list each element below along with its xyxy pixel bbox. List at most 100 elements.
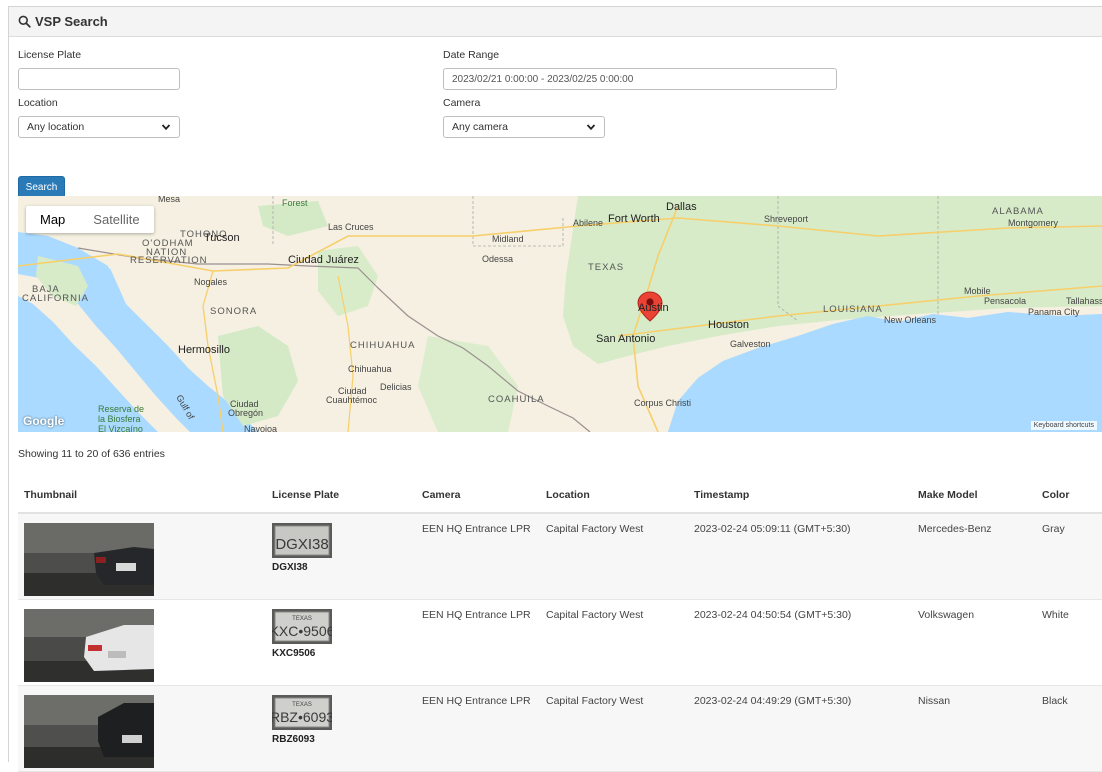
thumbnail-cell	[18, 599, 266, 686]
camera-cell: EEN HQ Entrance LPR	[416, 599, 540, 686]
map-label: Navojoa	[244, 424, 278, 432]
camera-selected-value: Any camera	[452, 121, 509, 133]
camera-cell: EEN HQ Entrance LPR	[416, 685, 540, 772]
map-label: Corpus Christi	[634, 398, 692, 408]
map-label: Mesa	[158, 196, 181, 204]
map-label: Ciudad Juárez	[288, 254, 359, 266]
location-cell: Capital Factory West	[540, 513, 688, 600]
map-label: Montgomery	[1008, 218, 1059, 228]
vehicle-thumbnail[interactable]	[24, 523, 154, 596]
map-type-satellite[interactable]: Satellite	[79, 206, 153, 233]
timestamp-cell: 2023-02-24 05:09:11 (GMT+5:30)	[688, 513, 912, 600]
map-label: Las Cruces	[328, 222, 374, 232]
vehicle-thumbnail[interactable]	[24, 694, 154, 768]
location-label: Location	[18, 97, 58, 109]
map-label: CALIFORNIA	[22, 293, 90, 304]
entries-summary: Showing 11 to 20 of 636 entries	[18, 448, 165, 460]
map-label: Obregón	[228, 408, 264, 418]
plate-image[interactable]: TEXAS RBZ•6093	[272, 694, 332, 730]
color-cell: Black	[1036, 685, 1102, 772]
column-header[interactable]: Thumbnail	[18, 477, 266, 514]
thumbnail-cell	[18, 513, 266, 600]
table-row[interactable]: TEXAS RBZ•6093 RBZ6093 EEN HQ Entrance L…	[18, 685, 1102, 772]
map-label: Cuauhtémoc	[326, 395, 378, 405]
column-header[interactable]: Timestamp	[688, 477, 912, 514]
page-title: VSP Search	[35, 14, 108, 29]
map-type-map[interactable]: Map	[26, 206, 79, 233]
plate-cell: TEXAS RBZ•6093 RBZ6093	[266, 685, 416, 772]
map-view[interactable]: Map Satellite Mesa Forest TOHONO Tucson …	[18, 196, 1102, 432]
map-label: San Antonio	[596, 333, 656, 345]
plate-number: DGXI38	[272, 562, 308, 573]
map-label: Forest	[282, 198, 308, 208]
map-label: LOUISIANA	[823, 304, 883, 315]
plate-cell: TEXAS KXC•9506 KXC9506	[266, 599, 416, 686]
map-label: Tallahass	[1066, 296, 1102, 306]
make-model-cell: Mercedes-Benz	[912, 513, 1036, 600]
timestamp-cell: 2023-02-24 04:50:54 (GMT+5:30)	[688, 599, 912, 686]
chevron-down-icon	[586, 124, 596, 131]
google-logo: Google	[23, 414, 65, 428]
map-label: Odessa	[482, 254, 514, 264]
thumbnail-cell	[18, 685, 266, 772]
plate-image-text: DGXI38	[275, 536, 328, 553]
date-range-label: Date Range	[443, 49, 500, 61]
map-label: Abilene	[573, 218, 604, 228]
table-row[interactable]: TEXAS KXC•9506 KXC9506 EEN HQ Entrance L…	[18, 599, 1102, 686]
map-label: Shreveport	[764, 214, 809, 224]
search-form: License Plate Date Range 2023/02/21 0:00…	[9, 37, 1102, 198]
table-header-row: Thumbnail License Plate Camera Location …	[18, 477, 1102, 514]
location-cell: Capital Factory West	[540, 685, 688, 772]
map-label: la Biosfera	[98, 414, 141, 424]
color-cell: Gray	[1036, 513, 1102, 600]
plate-number: RBZ6093	[272, 733, 315, 745]
column-header[interactable]: Location	[540, 477, 688, 514]
column-header[interactable]: Make Model	[912, 477, 1036, 514]
camera-select[interactable]: Any camera	[443, 116, 605, 138]
keyboard-shortcuts-link[interactable]: Keyboard shortcuts	[1030, 421, 1097, 430]
panel-header: VSP Search	[9, 7, 1102, 37]
license-plate-label: License Plate	[18, 49, 82, 61]
color-cell: White	[1036, 599, 1102, 686]
map-label: Dallas	[666, 201, 697, 213]
license-plate-input[interactable]	[18, 68, 180, 90]
location-selected-value: Any location	[27, 121, 85, 133]
plate-image-text: RBZ•6093	[272, 709, 332, 725]
results-table: Thumbnail License Plate Camera Location …	[18, 477, 1102, 772]
map-label: Delicias	[380, 382, 412, 392]
search-icon	[18, 15, 31, 28]
plate-state-text: TEXAS	[292, 616, 312, 622]
map-label: RESERVATION	[130, 255, 208, 266]
map-label: Chihuahua	[348, 364, 392, 374]
plate-image-text: KXC•9506	[272, 623, 332, 639]
vehicle-thumbnail[interactable]	[24, 608, 154, 682]
map-label: Pensacola	[984, 296, 1027, 306]
column-header[interactable]: License Plate	[266, 477, 416, 514]
map-label: Galveston	[730, 339, 771, 349]
location-cell: Capital Factory West	[540, 599, 688, 686]
map-type-toggle: Map Satellite	[26, 206, 154, 233]
map-label: El Vizcaíno	[98, 424, 143, 432]
map-label: Reserva de	[98, 404, 145, 414]
map-label: Fort Worth	[608, 213, 660, 225]
map-label: CHIHUAHUA	[350, 340, 416, 351]
chevron-down-icon	[161, 124, 171, 131]
search-button[interactable]: Search	[18, 176, 65, 198]
column-header[interactable]: Color	[1036, 477, 1102, 514]
plate-cell: DGXI38 DGXI38	[266, 513, 416, 600]
plate-image[interactable]: TEXAS KXC•9506	[272, 608, 332, 644]
date-range-input[interactable]: 2023/02/21 0:00:00 - 2023/02/25 0:00:00	[443, 68, 837, 90]
map-label: New Orleans	[884, 315, 937, 325]
plate-image[interactable]: DGXI38	[272, 523, 332, 558]
map-label: Austin	[638, 302, 669, 314]
map-label: SONORA	[210, 306, 258, 317]
plate-number: KXC9506	[272, 647, 316, 659]
map-label: Tucson	[204, 232, 240, 244]
map-label: Houston	[708, 319, 749, 331]
map-label: Midland	[492, 234, 524, 244]
column-header[interactable]: Camera	[416, 477, 540, 514]
table-row[interactable]: DGXI38 DGXI38 EEN HQ Entrance LPR Capita…	[18, 513, 1102, 600]
timestamp-cell: 2023-02-24 04:49:29 (GMT+5:30)	[688, 685, 912, 772]
camera-label: Camera	[443, 97, 481, 109]
location-select[interactable]: Any location	[18, 116, 180, 138]
